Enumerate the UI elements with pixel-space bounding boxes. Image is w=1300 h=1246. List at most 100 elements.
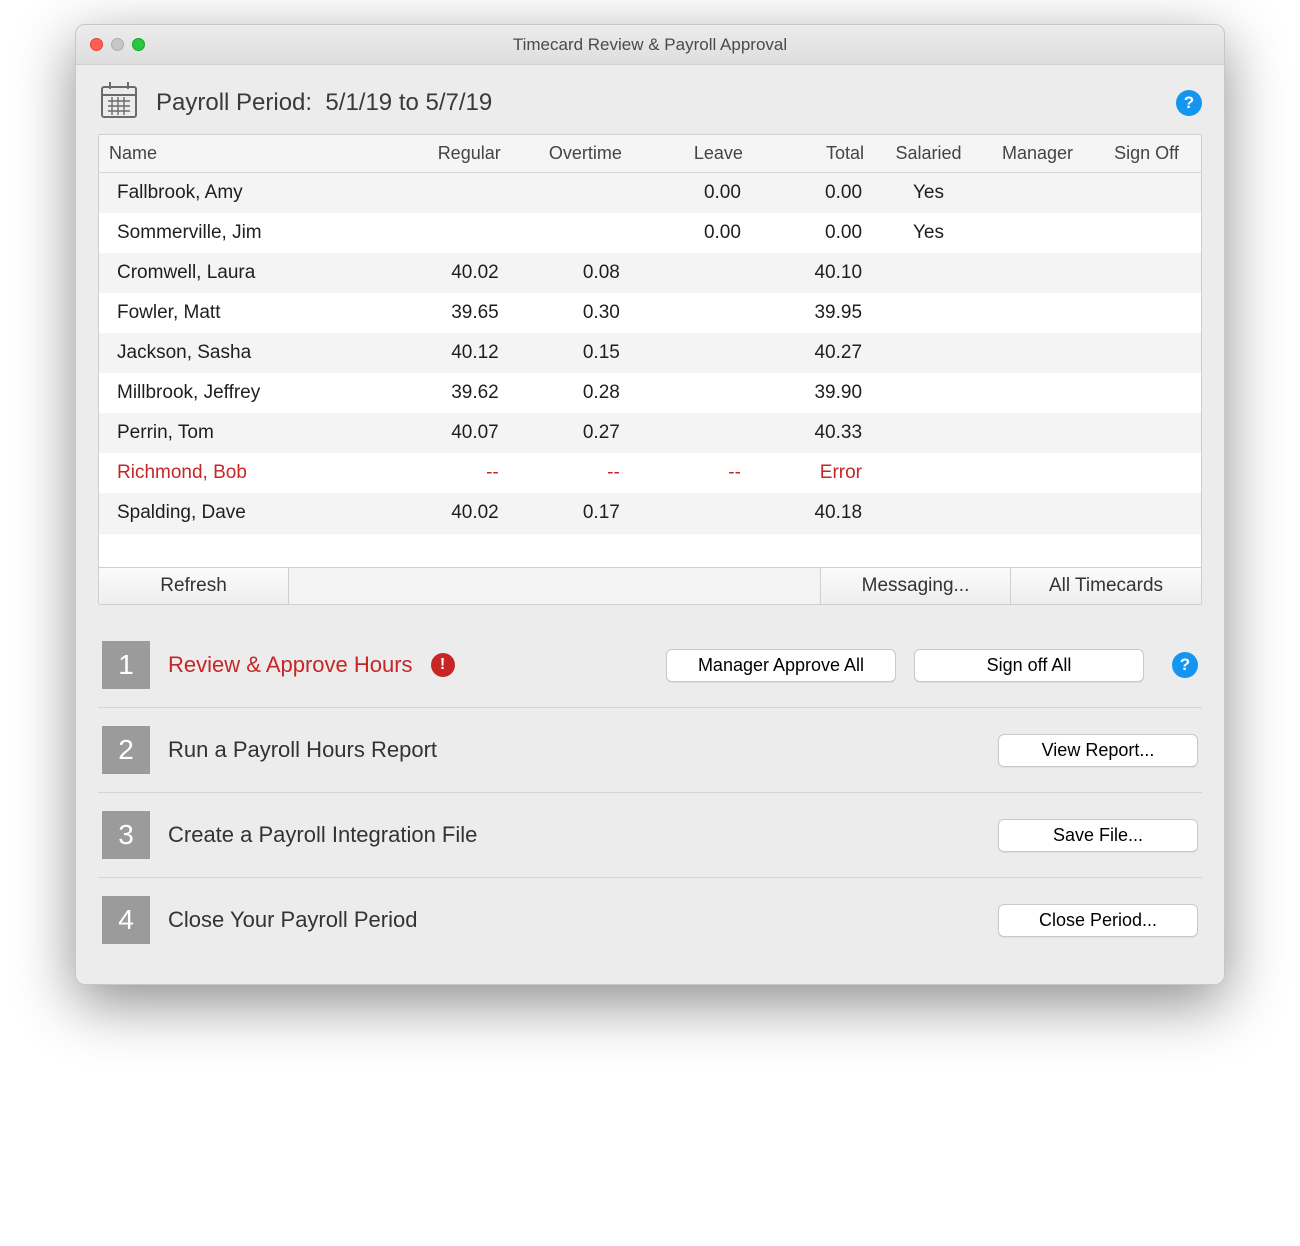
col-manager[interactable]: Manager [983,135,1092,173]
messaging-button[interactable]: Messaging... [821,568,1011,604]
window-controls [90,38,145,51]
table-cell: 40.18 [753,493,874,533]
help-icon[interactable]: ? [1172,652,1198,678]
manager-approve-all-button[interactable]: Manager Approve All [666,649,896,682]
table-cell: Jackson, Sasha [99,333,390,373]
table-cell: 0.28 [511,373,632,413]
table-cell [983,413,1092,453]
titlebar: Timecard Review & Payroll Approval [76,25,1224,65]
table-cell [1092,453,1201,493]
table-cell [874,293,983,333]
alert-icon: ! [431,653,455,677]
table-cell: 0.00 [753,173,874,214]
table-cell: 0.30 [511,293,632,333]
table-toolbar: Refresh Messaging... All Timecards [99,567,1201,604]
table-row[interactable]: Millbrook, Jeffrey39.620.28 39.90 [99,373,1201,413]
table-cell [983,373,1092,413]
table-cell: -- [390,453,511,493]
table-cell: 0.27 [511,413,632,453]
table-cell [874,453,983,493]
step-label: Run a Payroll Hours Report [168,737,437,763]
table-cell [511,213,632,253]
table-cell [983,333,1092,373]
table-cell: Yes [874,213,983,253]
step-label: Close Your Payroll Period [168,907,417,933]
refresh-button[interactable]: Refresh [99,568,289,604]
table-cell [632,253,753,293]
col-name[interactable]: Name [99,135,390,173]
step-number: 2 [102,726,150,774]
sign-off-all-button[interactable]: Sign off All [914,649,1144,682]
table-row[interactable]: Perrin, Tom40.070.27 40.33 [99,413,1201,453]
table-cell: -- [632,453,753,493]
table-cell [874,333,983,373]
table-cell: 40.33 [753,413,874,453]
table-cell [983,213,1092,253]
save-file-button[interactable]: Save File... [998,819,1198,852]
toolbar-spacer [289,568,821,604]
table-cell: Yes [874,173,983,214]
table-cell [874,253,983,293]
table-cell [390,213,511,253]
table-cell [874,413,983,453]
table-cell: 40.07 [390,413,511,453]
table-cell: 39.62 [390,373,511,413]
col-salaried[interactable]: Salaried [874,135,983,173]
minimize-icon[interactable] [111,38,124,51]
table-row[interactable]: Sommerville, Jim0.000.00Yes [99,213,1201,253]
col-leave[interactable]: Leave [632,135,753,173]
all-timecards-button[interactable]: All Timecards [1011,568,1201,604]
view-report-button[interactable]: View Report... [998,734,1198,767]
step-row: 1Review & Approve Hours!Manager Approve … [98,623,1202,708]
app-window: Timecard Review & Payroll Approval [75,24,1225,985]
table-cell [390,173,511,214]
table-cell [1092,493,1201,533]
table-cell: -- [511,453,632,493]
close-period-button[interactable]: Close Period... [998,904,1198,937]
table-cell: Richmond, Bob [99,453,390,493]
table-row[interactable]: Spalding, Dave40.020.1740.18 [99,493,1201,533]
table-cell [874,373,983,413]
table-cell: 39.95 [753,293,874,333]
table-cell [1092,293,1201,333]
table-cell: Millbrook, Jeffrey [99,373,390,413]
table-cell: 0.08 [511,253,632,293]
timecard-table: Name Regular Overtime Leave Total Salari… [98,134,1202,605]
table-row[interactable]: Fallbrook, Amy0.000.00Yes [99,173,1201,214]
step-row: 2 Run a Payroll Hours Report View Report..… [98,708,1202,793]
step-number: 3 [102,811,150,859]
col-regular[interactable]: Regular [390,135,511,173]
zoom-icon[interactable] [132,38,145,51]
close-icon[interactable] [90,38,103,51]
table-cell [1092,213,1201,253]
table-row[interactable]: Cromwell, Laura40.020.0840.10 [99,253,1201,293]
table-cell: 39.90 [753,373,874,413]
table-cell [983,493,1092,533]
table-cell [1092,173,1201,214]
table-row[interactable]: Richmond, Bob------Error [99,453,1201,493]
table-cell: 0.15 [511,333,632,373]
col-signoff[interactable]: Sign Off [1092,135,1201,173]
table-cell: 40.27 [753,333,874,373]
table-row[interactable]: Jackson, Sasha40.120.1540.27 [99,333,1201,373]
table-cell [632,293,753,333]
table-row[interactable]: Fowler, Matt39.650.3039.95 [99,293,1201,333]
table-header-row: Name Regular Overtime Leave Total Salari… [99,135,1201,173]
table-cell [632,333,753,373]
table-cell: Fowler, Matt [99,293,390,333]
table-cell: 0.00 [632,173,753,214]
table-cell [632,373,753,413]
table-cell: Fallbrook, Amy [99,173,390,214]
table-cell [1092,253,1201,293]
col-overtime[interactable]: Overtime [511,135,632,173]
table-cell: Perrin, Tom [99,413,390,453]
table-cell: 40.02 [390,493,511,533]
table-cell: Cromwell, Laura [99,253,390,293]
table-cell: 0.17 [511,493,632,533]
step-number: 1 [102,641,150,689]
col-total[interactable]: Total [753,135,874,173]
table-cell [983,453,1092,493]
table-cell [1092,413,1201,453]
help-icon[interactable]: ? [1176,90,1202,116]
table-cell [632,493,753,533]
